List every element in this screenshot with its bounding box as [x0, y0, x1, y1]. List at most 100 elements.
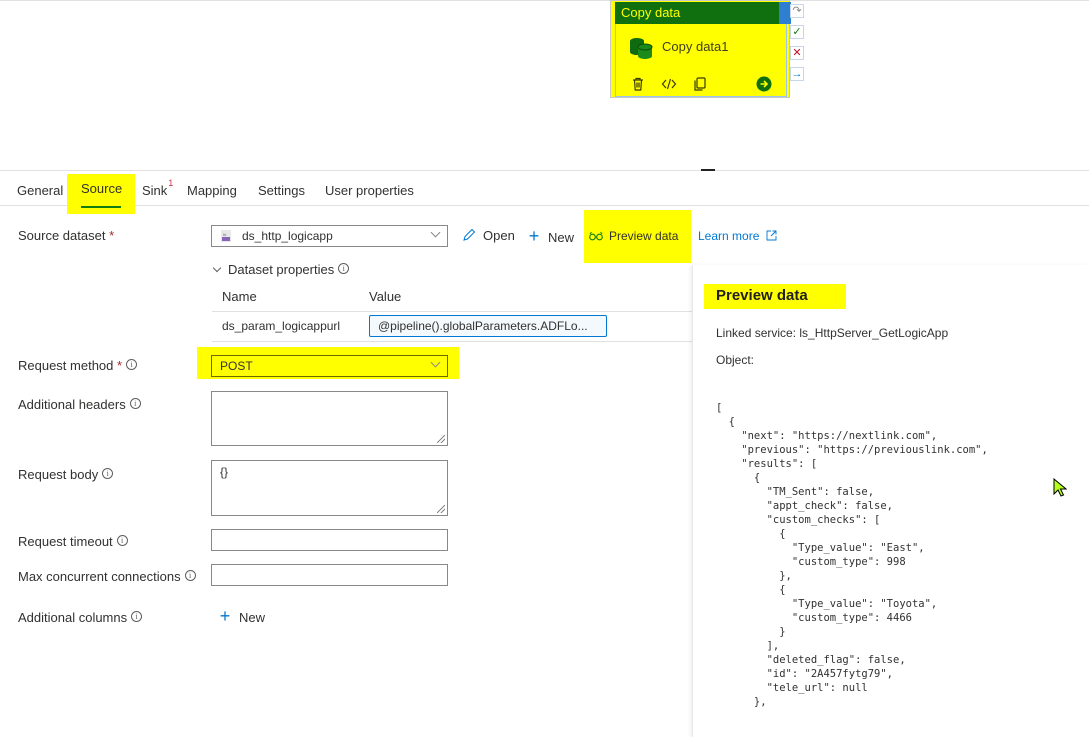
request-method-select[interactable]: POST — [211, 355, 448, 377]
copy-data-icon — [630, 38, 653, 59]
glasses-icon — [589, 231, 603, 241]
activity-type-label: Copy data — [621, 5, 681, 20]
info-icon[interactable]: i — [116, 535, 128, 546]
activity-name: Copy data1 — [662, 39, 729, 54]
chevron-down-icon — [212, 263, 222, 273]
tab-label: General — [17, 183, 64, 198]
redo-icon[interactable]: ↷ — [790, 4, 804, 18]
plus-icon: + — [528, 226, 540, 246]
pipeline-canvas[interactable]: Copy data Copy data1 ↷ ✓ ✕ → — [0, 0, 1089, 171]
preview-title: Preview data — [716, 287, 808, 304]
active-tab-indicator — [81, 206, 121, 208]
resize-grip[interactable] — [437, 505, 445, 513]
request-timeout-input[interactable] — [211, 529, 448, 551]
select-value: POST — [220, 359, 253, 373]
plus-icon: + — [219, 606, 231, 626]
max-concurrent-connections-input[interactable] — [211, 564, 448, 586]
success-icon[interactable]: ✓ — [790, 25, 804, 39]
meta-label: Linked service: — [716, 326, 797, 340]
preview-json-output: [ { "next": "https://nextlink.com", "pre… — [716, 402, 988, 708]
info-icon[interactable]: i — [129, 398, 141, 409]
label-text: Max concurrent connections — [18, 569, 181, 584]
info-icon[interactable]: i — [338, 263, 350, 274]
column-header-name: Name — [222, 289, 257, 304]
tab-label: User properties — [325, 183, 414, 198]
preview-data-button[interactable]: Preview data — [589, 227, 678, 245]
dataset-icon: ht — [221, 230, 231, 242]
chevron-down-icon — [430, 227, 441, 238]
mouse-cursor-icon — [1053, 478, 1067, 497]
resize-grip[interactable] — [437, 435, 445, 443]
delete-icon[interactable] — [630, 76, 646, 92]
label-text: Additional columns — [18, 610, 128, 625]
param-name: ds_param_logicappurl — [222, 319, 341, 333]
meta-label: Object: — [716, 353, 755, 367]
tab-user-properties[interactable]: User properties — [325, 176, 414, 206]
learn-more-link[interactable]: Learn more — [698, 227, 777, 245]
label-text: Source dataset — [18, 228, 106, 243]
properties-tabs: General Source Sink 1 Mapping Settings U… — [0, 174, 1089, 214]
sink-error-badge: 1 — [168, 178, 174, 188]
request-method-label: Request method * i — [18, 358, 138, 373]
action-label: New — [239, 610, 266, 625]
code-icon[interactable] — [661, 76, 677, 92]
label-text: Request body — [18, 467, 99, 482]
copy-data-activity[interactable]: Copy data Copy data1 — [610, 0, 791, 98]
activity-body[interactable]: Copy data1 — [615, 24, 787, 97]
clone-icon[interactable] — [692, 76, 708, 92]
tab-label: Mapping — [187, 183, 237, 198]
linked-service-value: ls_HttpServer_GetLogicApp — [799, 326, 949, 340]
action-label: Preview data — [609, 229, 679, 243]
request-timeout-label: Request timeout i — [18, 534, 128, 549]
activity-output-connectors: ↷ ✓ ✕ → — [790, 4, 804, 88]
tab-mapping[interactable]: Mapping — [187, 176, 237, 206]
label-text: Additional headers — [18, 397, 126, 412]
table-divider — [212, 341, 692, 342]
additional-headers-label: Additional headers i — [18, 397, 141, 412]
splitter-grip[interactable] — [701, 169, 715, 171]
additional-headers-textarea[interactable] — [211, 391, 448, 446]
textarea-value: {} — [220, 465, 229, 479]
tab-label: Settings — [258, 183, 305, 198]
chevron-down-icon — [430, 357, 441, 368]
column-header-value: Value — [369, 289, 402, 304]
add-column-button[interactable]: + New — [217, 607, 265, 625]
tab-sink[interactable]: Sink 1 — [142, 176, 173, 206]
additional-columns-label: Additional columns i — [18, 610, 143, 625]
linked-service-info: Linked service: ls_HttpServer_GetLogicAp… — [716, 326, 948, 340]
label-text: Request timeout — [18, 534, 113, 549]
param-value-input[interactable]: @pipeline().globalParameters.ADFLo... — [369, 315, 607, 337]
action-label: Open — [483, 228, 515, 243]
failure-icon[interactable]: ✕ — [790, 46, 804, 60]
external-link-icon — [766, 230, 777, 241]
activity-type-header: Copy data — [615, 2, 791, 24]
panel-splitter[interactable] — [0, 170, 1089, 171]
source-dataset-label: Source dataset * — [18, 228, 114, 243]
label-text: Request method — [18, 358, 114, 373]
max-concurrent-connections-label: Max concurrent connections i — [18, 569, 196, 584]
action-label: New — [548, 230, 575, 245]
source-dataset-select[interactable]: ht ds_http_logicapp — [211, 225, 448, 247]
request-body-textarea[interactable]: {} — [211, 460, 448, 516]
pencil-icon — [463, 228, 476, 241]
required-mark: * — [109, 228, 115, 243]
request-body-label: Request body i — [18, 467, 114, 482]
section-label: Dataset properties — [228, 262, 335, 277]
action-label: Learn more — [698, 229, 760, 243]
new-dataset-button[interactable]: + New — [526, 227, 574, 245]
tab-source[interactable]: Source — [67, 174, 135, 214]
table-divider — [212, 311, 692, 312]
info-icon[interactable]: i — [102, 468, 114, 479]
required-mark: * — [117, 358, 123, 373]
info-icon[interactable]: i — [131, 611, 143, 622]
go-icon[interactable] — [756, 76, 772, 92]
tab-general[interactable]: General — [17, 176, 63, 206]
info-icon[interactable]: i — [184, 570, 196, 581]
tab-settings[interactable]: Settings — [258, 176, 305, 206]
completion-icon[interactable]: → — [790, 67, 804, 81]
select-value: ds_http_logicapp — [242, 229, 333, 243]
dataset-properties-toggle[interactable]: Dataset properties i — [212, 262, 350, 277]
open-dataset-button[interactable]: Open — [462, 227, 515, 245]
tab-label: Sink — [142, 183, 168, 198]
info-icon[interactable]: i — [126, 359, 138, 370]
